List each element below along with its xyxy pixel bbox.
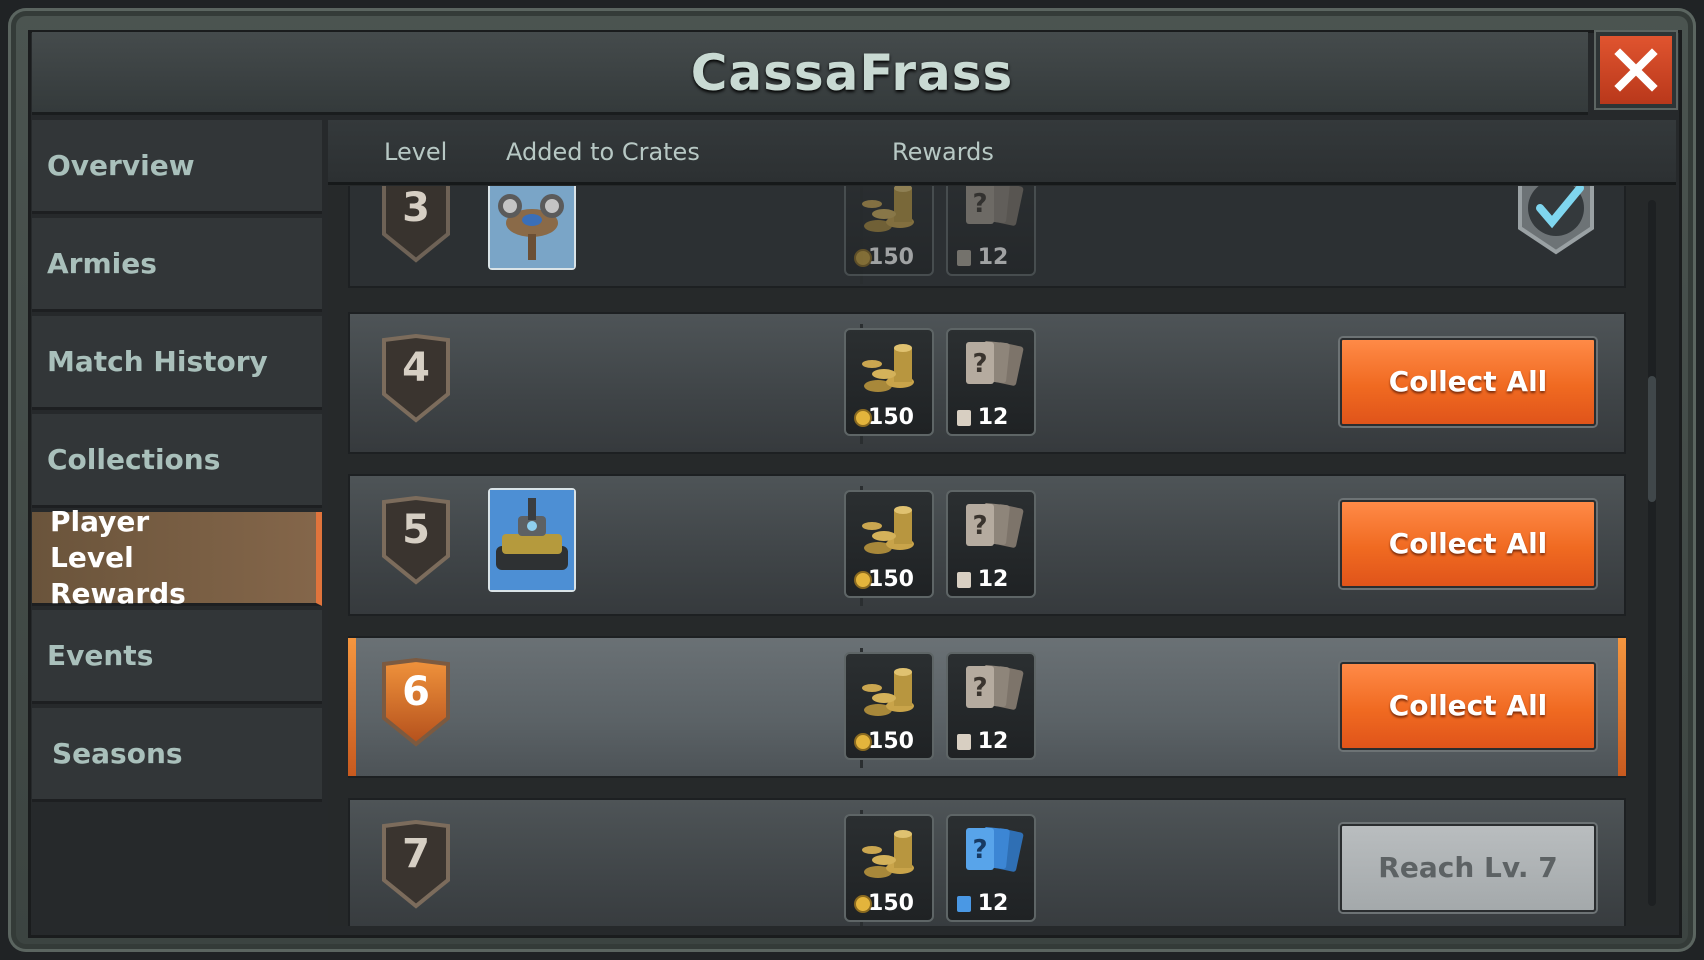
gold-reward: 150 bbox=[844, 652, 934, 760]
tank-icon bbox=[490, 490, 574, 590]
gold-coins-icon bbox=[862, 186, 914, 232]
card-reward: ? 12 bbox=[946, 490, 1036, 598]
mystery-cards-icon: ? bbox=[966, 186, 1024, 226]
svg-text:?: ? bbox=[972, 835, 987, 865]
sidebar-item-label: Armies bbox=[47, 247, 157, 280]
sidebar-item-collections[interactable]: Collections bbox=[32, 414, 322, 508]
table-row: 4 150 ? 12 Collect All bbox=[348, 312, 1626, 454]
collect-all-button[interactable]: Collect All bbox=[1340, 500, 1596, 588]
helicopter-icon bbox=[490, 186, 574, 268]
gold-reward: 150 bbox=[844, 490, 934, 598]
card-reward: ? 12 bbox=[946, 186, 1036, 276]
column-header-added: Added to Crates bbox=[506, 138, 700, 166]
gold-reward: 150 bbox=[844, 186, 934, 276]
level-number: 3 bbox=[402, 186, 430, 231]
sidebar-item-label: Match History bbox=[47, 345, 268, 378]
level-number: 4 bbox=[402, 345, 430, 391]
level-number: 7 bbox=[402, 831, 430, 877]
sidebar-item-match-history[interactable]: Match History bbox=[32, 316, 322, 410]
gold-coins-icon bbox=[862, 668, 914, 716]
scrollbar-track[interactable] bbox=[1648, 200, 1656, 906]
rewards-list[interactable]: 3 150 ? 12 4 150 ? 12 Collect All 5 150 … bbox=[328, 186, 1676, 926]
table-row: 5 150 ? 12 Collect All bbox=[348, 474, 1626, 616]
gold-coins-icon bbox=[862, 344, 914, 392]
reach-level-button: Reach Lv. 7 bbox=[1340, 824, 1596, 912]
gold-coins-icon bbox=[862, 830, 914, 878]
sidebar-item-seasons[interactable]: Seasons bbox=[32, 708, 322, 802]
mystery-cards-icon: ? bbox=[966, 503, 1024, 548]
level-number: 5 bbox=[402, 507, 430, 553]
collect-all-button[interactable]: Collect All bbox=[1340, 338, 1596, 426]
mystery-cards-icon: ? bbox=[966, 665, 1024, 710]
card-reward: ? 12 bbox=[946, 328, 1036, 436]
table-row-current: 6 150 ? 12 Collect All bbox=[348, 636, 1626, 778]
sidebar-item-label: Events bbox=[47, 639, 154, 672]
helicopter-unit-card[interactable] bbox=[488, 186, 576, 270]
svg-text:?: ? bbox=[972, 511, 987, 541]
scrollbar-thumb[interactable] bbox=[1648, 376, 1656, 502]
table-row: 7 150 ? 12 Reach Lv. 7 bbox=[348, 798, 1626, 926]
svg-text:?: ? bbox=[972, 349, 987, 379]
gold-reward: 150 bbox=[844, 328, 934, 436]
sidebar-item-armies[interactable]: Armies bbox=[32, 218, 322, 312]
collect-all-button[interactable]: Collect All bbox=[1340, 662, 1596, 750]
gold-coins-icon bbox=[862, 506, 914, 554]
column-header-level: Level bbox=[384, 138, 448, 166]
svg-text:?: ? bbox=[972, 673, 987, 703]
sidebar-item-label: Overview bbox=[47, 149, 195, 182]
tank-unit-card[interactable] bbox=[488, 488, 576, 592]
rare-cards-icon: ? bbox=[966, 827, 1024, 872]
close-icon bbox=[1614, 48, 1658, 92]
table-header: Level Added to Crates Rewards bbox=[328, 120, 1676, 185]
sidebar-item-label: Collections bbox=[47, 443, 221, 476]
close-button[interactable] bbox=[1596, 32, 1676, 108]
claimed-check-icon bbox=[1508, 186, 1604, 256]
sidebar: Overview Armies Match History Collection… bbox=[32, 120, 322, 806]
sidebar-item-events[interactable]: Events bbox=[32, 610, 322, 704]
sidebar-item-label: Player Level Rewards bbox=[50, 504, 186, 610]
sidebar-item-player-level-rewards[interactable]: Player Level Rewards bbox=[32, 505, 322, 610]
svg-text:?: ? bbox=[972, 189, 987, 219]
sidebar-item-overview[interactable]: Overview bbox=[32, 120, 322, 214]
column-header-rewards: Rewards bbox=[892, 138, 994, 166]
rewards-panel: Level Added to Crates Rewards 3 150 ? 12… bbox=[328, 120, 1676, 926]
card-reward: ? 12 bbox=[946, 814, 1036, 922]
card-reward: ? 12 bbox=[946, 652, 1036, 760]
mystery-cards-icon: ? bbox=[966, 341, 1024, 386]
sidebar-item-label: Seasons bbox=[52, 737, 183, 770]
gold-reward: 150 bbox=[844, 814, 934, 922]
level-number: 6 bbox=[402, 669, 430, 715]
table-row: 3 150 ? 12 bbox=[348, 186, 1626, 288]
window-title: CassaFrass bbox=[690, 44, 1014, 102]
